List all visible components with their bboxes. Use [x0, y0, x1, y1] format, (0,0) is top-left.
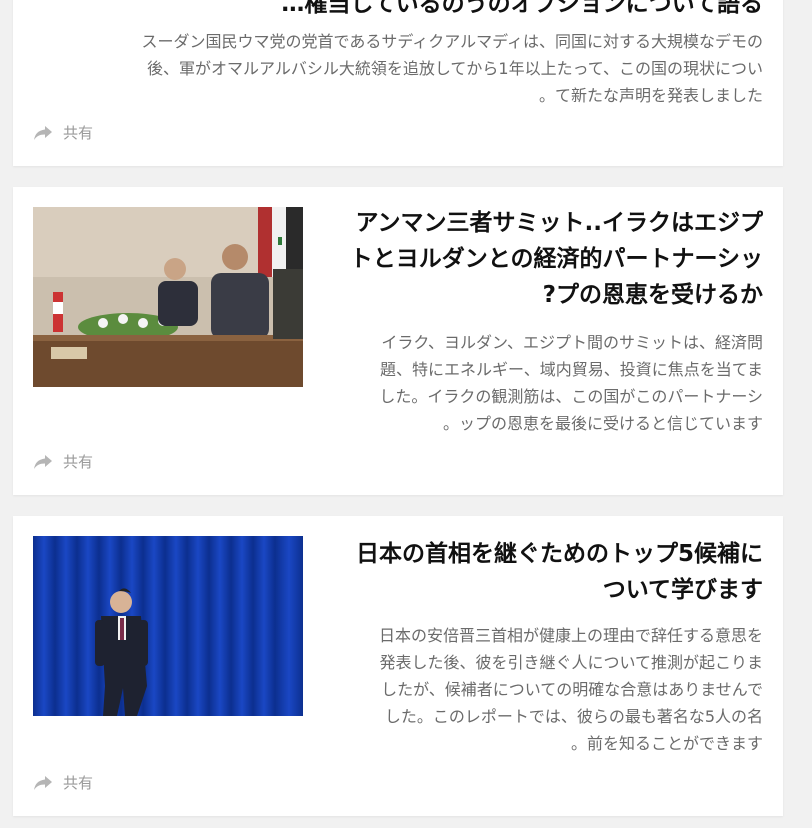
- share-button[interactable]: 共有: [33, 772, 93, 793]
- excerpt-line: 後、軍がオマルアルバシル大統領を追放してから1年以上たって、この国の現状につい: [147, 59, 763, 78]
- excerpt-line: した。イラクの観測筋は、この国がこのパートナーシ: [379, 387, 763, 406]
- excerpt-line: 。て新たな声明を発表しました: [538, 86, 763, 105]
- excerpt-line: 発表した後、彼を引き継ぐ人について推測が起こりま: [379, 653, 763, 672]
- article-title[interactable]: …権当しているのうのオプションについて語る: [33, 0, 763, 22]
- title-line: トとヨルダンとの経済的パートナーシッ: [349, 246, 763, 272]
- article-card[interactable]: アンマン三者サミット..イラクはエジプ トとヨルダンとの経済的パートナーシッ ?…: [13, 187, 783, 495]
- excerpt-line: 日本の安倍晋三首相が健康上の理由で辞任する意思を: [378, 626, 763, 645]
- share-label: 共有: [63, 124, 94, 142]
- title-line: ?プの恩恵を受けるか: [542, 282, 763, 308]
- summit-photo: [33, 207, 303, 387]
- article-excerpt: 日本の安倍晋三首相が健康上の理由で辞任する意思を 発表した後、彼を引き継ぐ人につ…: [323, 622, 763, 757]
- article-excerpt: スーダン国民ウマ党の党首であるサディクアルマディは、同国に対する大規模なデモの …: [48, 28, 763, 109]
- share-label: 共有: [63, 774, 94, 792]
- title-line: ついて学びます: [602, 577, 763, 603]
- excerpt-line: 題、特にエネルギー、域内貿易、投資に焦点を当てま: [379, 360, 763, 379]
- article-card[interactable]: …権当しているのうのオプションについて語る スーダン国民ウマ党の党首であるサディ…: [13, 0, 783, 166]
- excerpt-line: したが、候補者についての明確な合意はありませんで: [381, 680, 763, 699]
- article-excerpt: イラク、ヨルダン、エジプト間のサミットは、経済問 題、特にエネルギー、域内貿易、…: [323, 329, 763, 437]
- share-icon: [33, 454, 53, 470]
- title-line: 日本の首相を継ぐためのトップ5候補に: [355, 541, 763, 567]
- article-card[interactable]: 日本の首相を継ぐためのトップ5候補に ついて学びます 日本の安倍晋三首相が健康上…: [13, 516, 783, 816]
- share-button[interactable]: 共有: [33, 122, 93, 143]
- article-image[interactable]: [33, 536, 303, 716]
- excerpt-line: スーダン国民ウマ党の党首であるサディクアルマディは、同国に対する大規模なデモの: [141, 32, 763, 51]
- excerpt-line: 。ップの恩恵を最後に受けると信じています: [442, 414, 763, 433]
- article-image[interactable]: [33, 207, 303, 387]
- article-title[interactable]: アンマン三者サミット..イラクはエジプ トとヨルダンとの経済的パートナーシッ ?…: [323, 205, 763, 313]
- share-icon: [33, 125, 53, 141]
- share-label: 共有: [63, 453, 94, 471]
- excerpt-line: 。前を知ることができます: [570, 734, 763, 753]
- prime-minister-photo: [33, 536, 303, 716]
- title-line: アンマン三者サミット..イラクはエジプ: [355, 210, 763, 236]
- share-button[interactable]: 共有: [33, 451, 93, 472]
- article-title[interactable]: 日本の首相を継ぐためのトップ5候補に ついて学びます: [323, 536, 763, 608]
- excerpt-line: イラク、ヨルダン、エジプト間のサミットは、経済問: [381, 333, 763, 352]
- excerpt-line: した。このレポートでは、彼らの最も著名な5人の名: [384, 707, 763, 726]
- share-icon: [33, 775, 53, 791]
